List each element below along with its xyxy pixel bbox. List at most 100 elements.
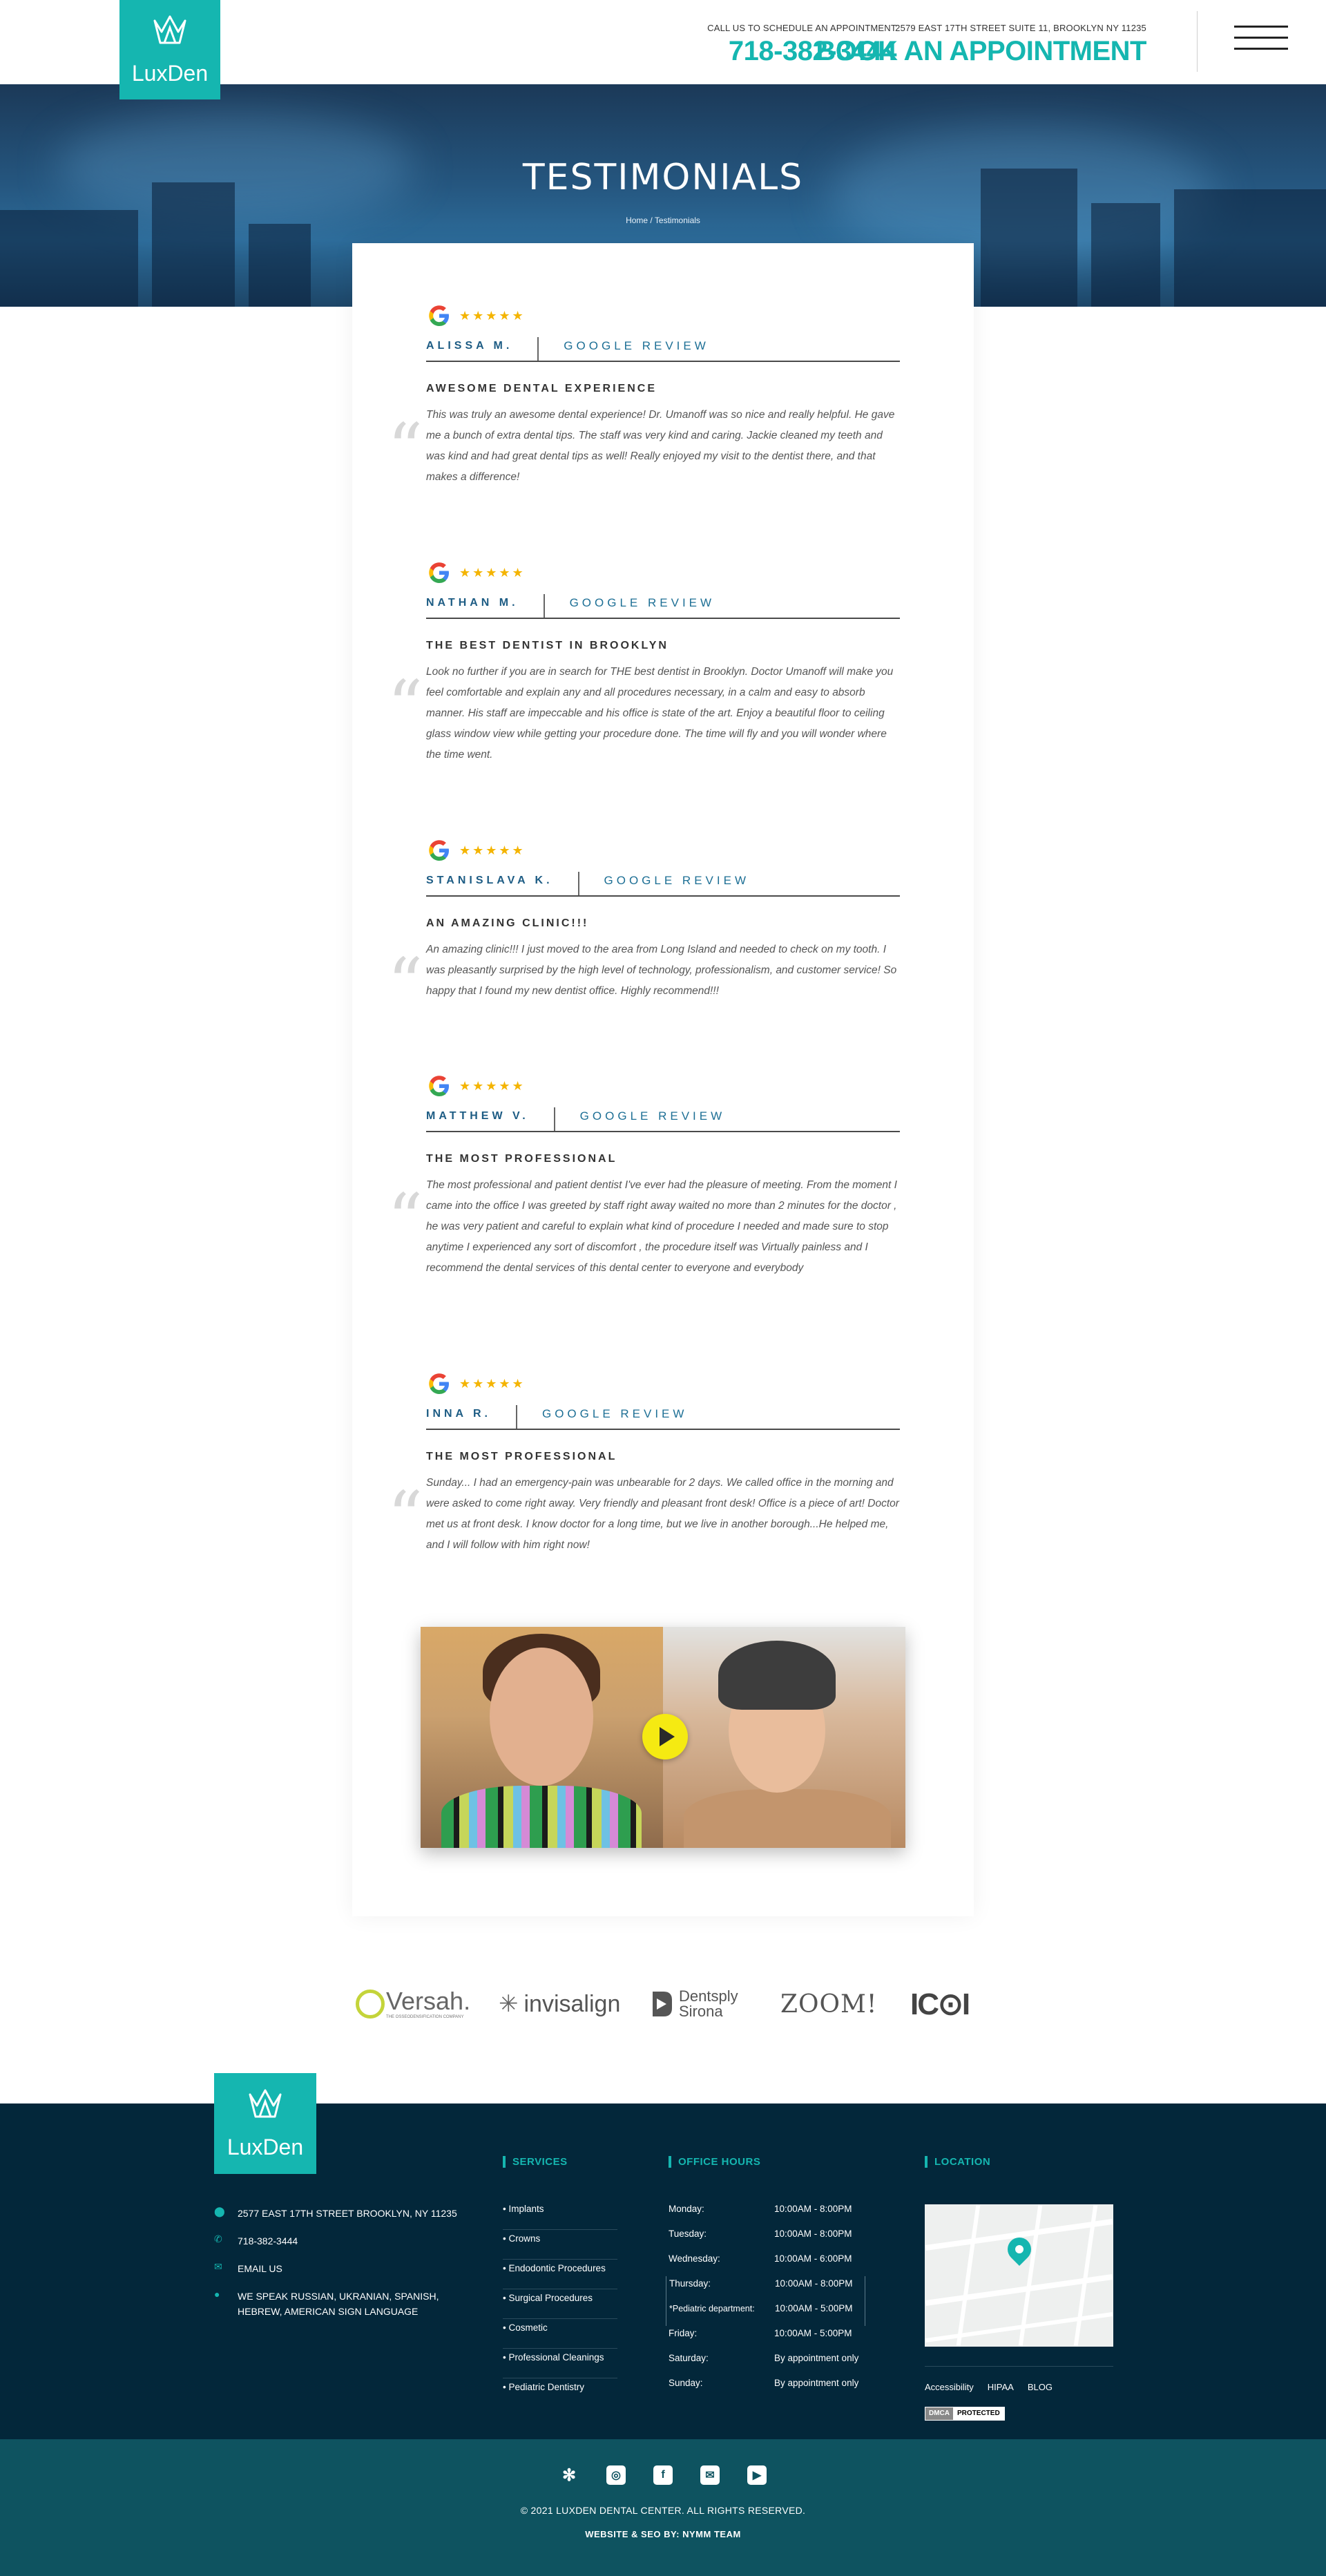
page-title: TESTIMONIALS [522,157,804,198]
quote-icon: “ [387,1476,423,1557]
service-link[interactable]: • Cosmetic [503,2319,617,2349]
hours-row: Saturday: By appointment only [669,2351,865,2376]
footer-phone[interactable]: 718-382-3444 [238,2233,298,2249]
hours-day: Friday: [669,2328,698,2338]
video-thumbnail[interactable] [421,1627,905,1848]
google-icon [429,305,449,326]
quote-icon: “ [387,943,423,1024]
chat-bubble-icon: ● [214,2289,220,2300]
office-hours-table: Monday: 10:00AM - 8:00PM Tuesday: 10:00AM … [666,2202,865,2401]
hipaa-link[interactable]: HIPAA [988,2382,1014,2392]
hours-time: 10:00AM - 6:00PM [774,2253,852,2264]
rating-stars: ★★★★★ [459,565,526,580]
youtube-icon[interactable]: ▶ [747,2465,767,2485]
social-links: ✻ ◎ f ✉ ▶ [0,2465,1326,2485]
hours-row: Friday: 10:00AM - 5:00PM [669,2326,865,2351]
footer-email-link[interactable]: EMAIL US [238,2261,282,2276]
crown-icon [249,2089,282,2117]
rating-stars: ★★★★★ [459,308,526,323]
header-divider [1197,11,1198,72]
review-item: ★★★★★ ALISSA M. GOOGLE REVIEW AWESOME DE… [387,303,930,488]
play-button[interactable] [642,1714,688,1759]
hours-day: Sunday: [669,2378,703,2388]
partner-logos: Versah. THE OSSEODENSIFICATION COMPANY ✳… [0,1980,1326,2028]
hours-day: Wednesday: [669,2253,720,2264]
invisalign-star-icon: ✳ [499,1991,519,2017]
versah-text: Versah. [386,1987,471,2015]
review-text: Look no further if you are in search for… [426,666,894,761]
location-pin-icon: ⬤ [214,2206,225,2217]
yelp-icon[interactable]: ✻ [559,2465,579,2485]
location-heading: LOCATION [925,2156,990,2168]
breadcrumb: Home / Testimonials [0,216,1326,225]
review-item: ★★★★★ STANISLAVA K. GOOGLE REVIEW AN AMA… [387,837,930,1018]
hours-time: 10:00AM - 5:00PM [775,2303,853,2313]
hours-row: Wednesday: 10:00AM - 6:00PM [669,2251,865,2276]
hours-heading: OFFICE HOURS [669,2156,760,2168]
versah-logo: Versah. THE OSSEODENSIFICATION COMPANY [356,1980,470,2028]
blog-link[interactable]: BLOG [1028,2382,1053,2392]
hamburger-icon[interactable] [1234,26,1288,60]
footer-contact: ⬤ 2577 EAST 17TH STREET BROOKLYN, NY 112… [214,2206,457,2331]
google-icon [429,840,449,861]
versah-subtitle: THE OSSEODENSIFICATION COMPANY [386,2015,464,2019]
reviewer-name: NATHAN M. [426,597,519,609]
email-icon[interactable]: ✉ [700,2465,720,2485]
footer-address[interactable]: 2577 EAST 17TH STREET BROOKLYN, NY 11235 [238,2206,457,2221]
logo-text: LuxDen [227,2134,304,2159]
luxden-logo[interactable]: LuxDen [119,0,220,99]
review-item: ★★★★★ INNA R. GOOGLE REVIEW THE MOST PRO… [387,1371,930,1556]
site-footer [0,2103,1326,2439]
crown-icon [153,15,186,44]
dentsply-mark-icon [653,1992,672,2016]
zoom-logo: ZOOM! [780,1990,878,2019]
review-title: THE MOST PROFESSIONAL [426,1451,617,1462]
dmca-protected-label: PROTECTED [953,2407,1004,2420]
dmca-badge[interactable]: DMCA PROTECTED [925,2407,1005,2421]
hours-time: 10:00AM - 8:00PM [774,2229,852,2239]
review-text: The most professional and patient dentis… [426,1179,897,1274]
breadcrumb-home[interactable]: Home [626,216,648,225]
reviewer-name: INNA R. [426,1408,491,1420]
review-item: ★★★★★ MATTHEW V. GOOGLE REVIEW THE MOST … [387,1073,930,1279]
hours-day: *Pediatric department: [669,2304,755,2313]
review-title: THE MOST PROFESSIONAL [426,1153,617,1165]
location-map[interactable] [925,2204,1113,2347]
breadcrumb-current: Testimonials [654,216,700,225]
quote-icon: “ [387,1179,423,1259]
hours-time: 10:00AM - 8:00PM [775,2278,853,2289]
logo-text: LuxDen [131,60,209,86]
invisalign-text: invisalign [523,1990,621,2017]
service-link[interactable]: • Pediatric Dentistry [503,2378,617,2408]
credit-link[interactable]: WEBSITE & SEO BY: NYMM TEAM [0,2529,1326,2539]
page: CALL US TO SCHEDULE AN APPOINTMENT 718-3… [0,0,1326,2576]
rating-stars: ★★★★★ [459,843,526,857]
hours-day: Monday: [669,2204,704,2214]
dmca-label: DMCA [925,2407,953,2420]
rating-stars: ★★★★★ [459,1078,526,1093]
testimonials-card: ★★★★★ ALISSA M. GOOGLE REVIEW AWESOME DE… [352,243,974,1916]
review-source: GOOGLE REVIEW [604,874,749,887]
reviewer-name: MATTHEW V. [426,1110,529,1122]
services-list: • Implants • Crowns • Endodontic Procedu… [503,2200,617,2408]
review-item: ★★★★★ NATHAN M. GOOGLE REVIEW THE BEST D… [387,560,930,765]
review-text: Sunday... I had an emergency-pain was un… [426,1477,899,1551]
services-heading: SERVICES [503,2156,568,2168]
review-source: GOOGLE REVIEW [541,1407,688,1420]
service-link[interactable]: • Professional Cleanings [503,2349,617,2378]
footer-divider [925,2366,1113,2367]
service-link[interactable]: • Crowns [503,2230,617,2260]
hours-row: Tuesday: 10:00AM - 8:00PM [669,2226,865,2251]
google-icon [429,562,449,583]
book-appointment-button[interactable]: BOOK AN APPOINTMENT [816,36,1146,67]
facebook-icon[interactable]: f [653,2465,673,2485]
rating-stars: ★★★★★ [459,1376,526,1391]
hours-day: Thursday: [669,2278,711,2289]
service-link[interactable]: • Surgical Procedures [503,2289,617,2319]
google-icon [429,1076,449,1096]
service-link[interactable]: • Implants [503,2200,617,2230]
service-link[interactable]: • Endodontic Procedures [503,2260,617,2289]
instagram-icon[interactable]: ◎ [606,2465,626,2485]
footer-logo[interactable]: LuxDen [214,2073,316,2174]
accessibility-link[interactable]: Accessibility [925,2382,974,2392]
